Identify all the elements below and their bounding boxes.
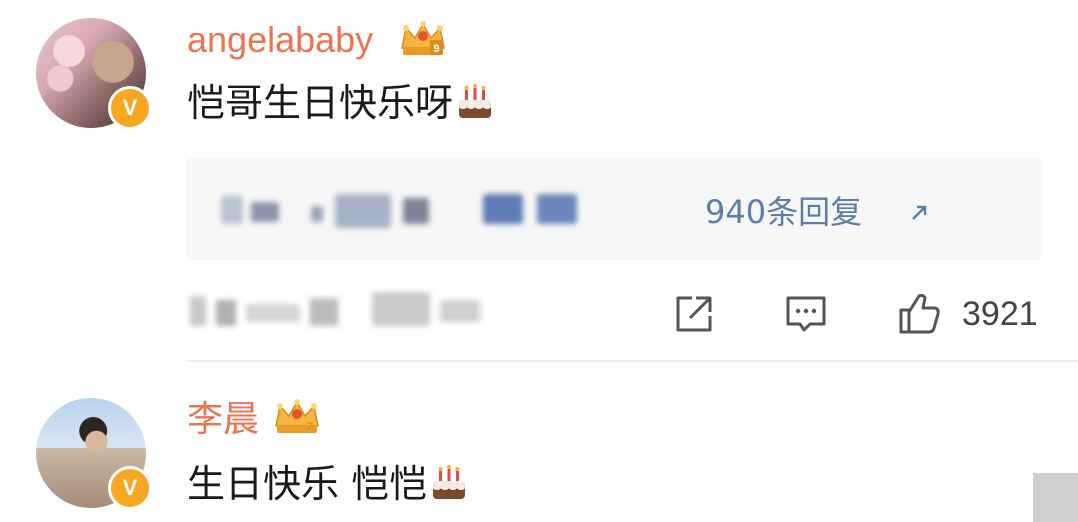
crown-icon: 7 <box>275 399 319 433</box>
blurred-timestamp <box>246 304 300 322</box>
blurred-text <box>537 194 577 224</box>
share-icon[interactable] <box>670 290 718 338</box>
blurred-text <box>311 206 323 222</box>
cake-emoji-icon <box>458 84 492 118</box>
crown-icon: 9 <box>401 21 445 55</box>
crown-level: 9 <box>433 43 439 55</box>
comment-text-content: 生日快乐 恺恺 <box>187 462 428 506</box>
blurred-timestamp <box>372 292 430 326</box>
username[interactable]: angelababy <box>187 18 373 62</box>
blurred-timestamp <box>440 300 480 322</box>
blurred-timestamp <box>190 296 206 326</box>
blurred-text <box>403 198 429 224</box>
blurred-text <box>483 194 523 224</box>
comment-item: V 李晨 7 生日快乐 恺恺 <box>0 362 1078 522</box>
comment-icon[interactable] <box>782 290 830 338</box>
arrow-icon <box>912 205 927 220</box>
blurred-text <box>221 196 243 224</box>
blurred-timestamp <box>310 298 338 326</box>
crown-level: 7 <box>307 421 313 433</box>
comment-feed: V angelababy 9 恺哥生日快乐呀 940条回复 3921 V 李晨 … <box>0 0 1078 522</box>
scroll-indicator <box>1033 473 1078 522</box>
comment-text: 恺哥生日快乐呀 <box>187 78 495 128</box>
comment-text-content: 恺哥生日快乐呀 <box>187 81 454 125</box>
blurred-text <box>335 194 391 228</box>
like-count: 3921 <box>962 295 1038 333</box>
avatar[interactable]: V <box>36 398 152 510</box>
blurred-timestamp <box>216 300 236 326</box>
replies-preview[interactable]: 940条回复 <box>185 158 1043 260</box>
replies-count-link[interactable]: 940条回复 <box>705 192 862 232</box>
comment-text: 生日快乐 恺恺 <box>187 459 469 509</box>
cake-emoji-icon <box>432 465 466 499</box>
username[interactable]: 李晨 <box>187 397 259 441</box>
blurred-text <box>251 202 279 222</box>
avatar[interactable]: V <box>36 18 152 130</box>
verified-badge-icon: V <box>108 86 152 130</box>
verified-badge-icon: V <box>108 466 152 510</box>
thumbs-up-icon[interactable] <box>895 290 943 338</box>
comment-item: V angelababy 9 恺哥生日快乐呀 940条回复 3921 <box>0 0 1078 360</box>
